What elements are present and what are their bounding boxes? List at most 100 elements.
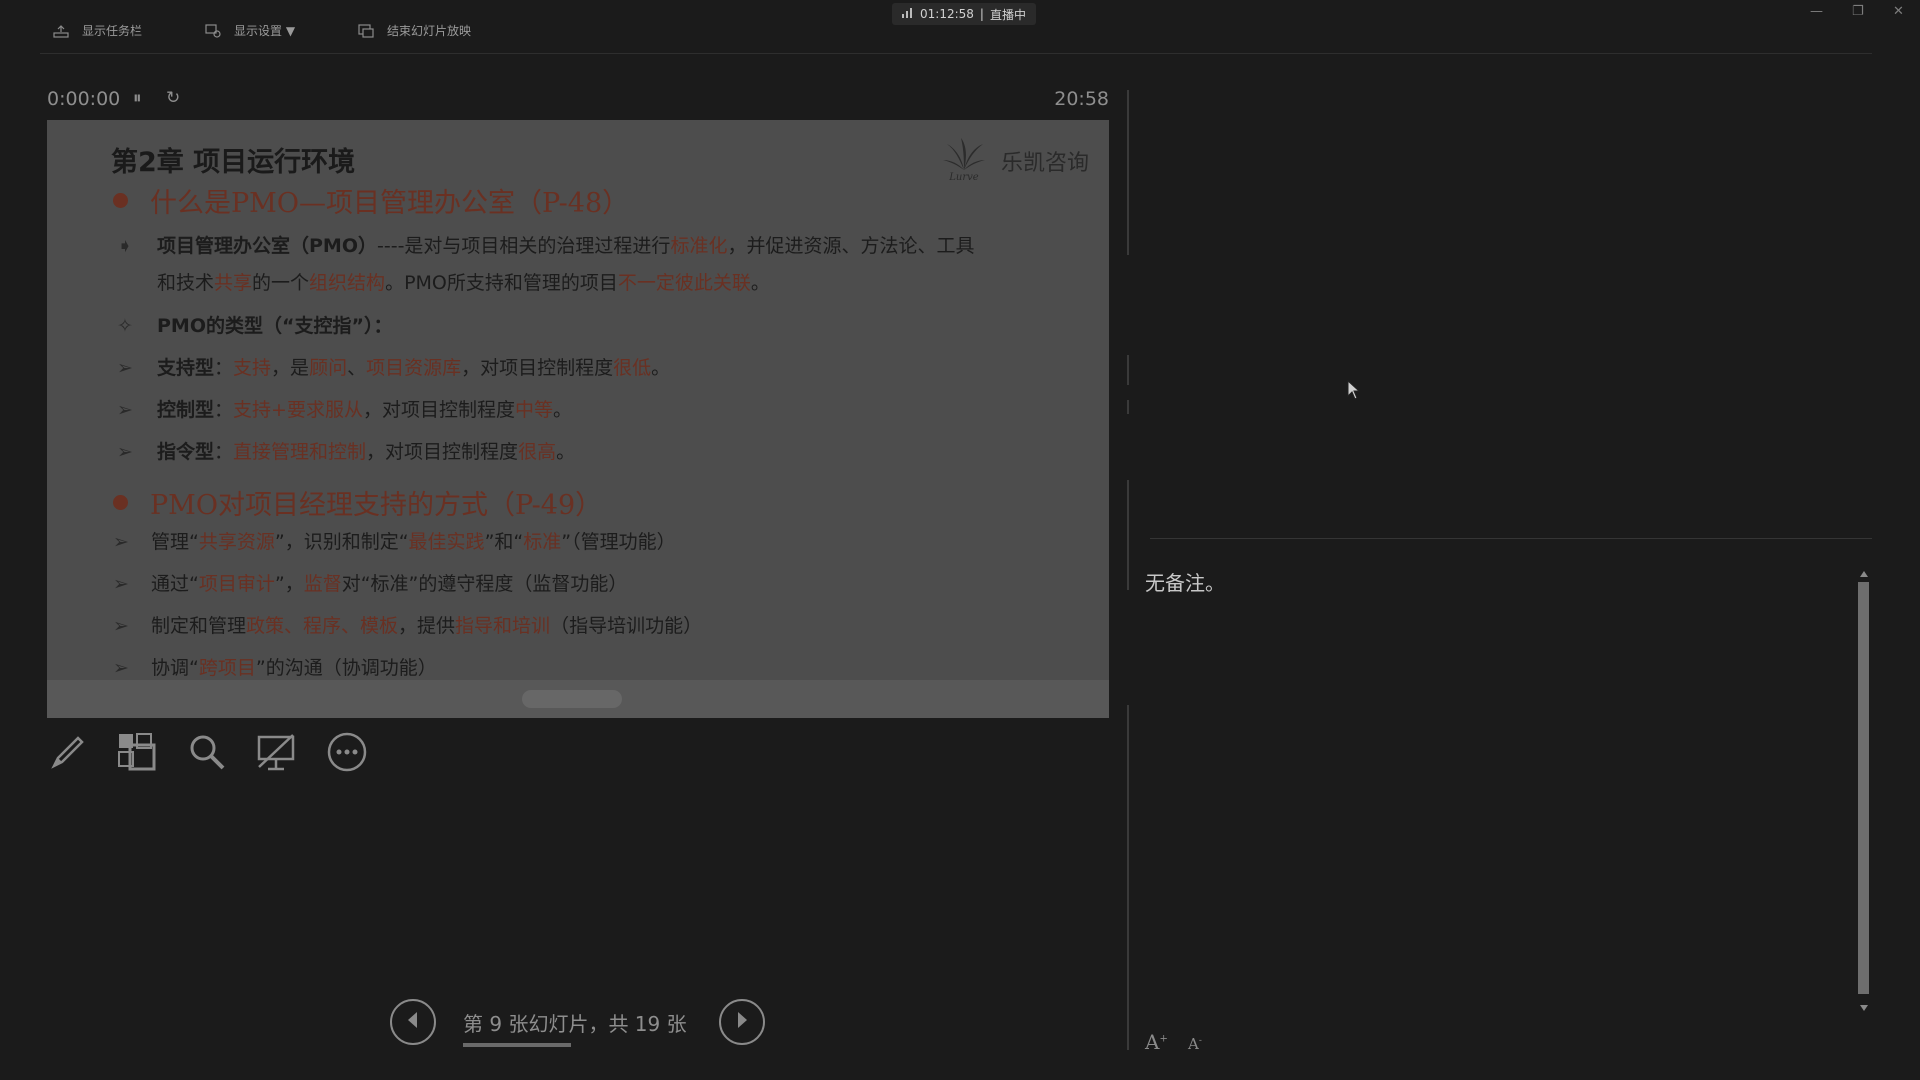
increase-font-icon[interactable]: A+ <box>1145 1030 1168 1054</box>
footer-decoration <box>522 690 622 708</box>
text: 管理“ <box>151 531 199 553</box>
slide-counter-underline <box>463 1043 571 1047</box>
text-highlight: 共享资源 <box>198 531 275 553</box>
pmo-directive-line: ➢ 指令型：直接管理和控制，对项目控制程度很高。 <box>117 440 575 464</box>
text: ，提供 <box>398 615 456 637</box>
chevron-bullet-icon: ➢ <box>117 441 133 463</box>
text-highlight: 政策、程序、模板 <box>246 615 399 637</box>
black-screen-icon[interactable] <box>254 730 298 774</box>
decrease-font-icon[interactable]: A- <box>1188 1035 1202 1053</box>
text: ”的沟通（协调功能） <box>255 657 437 679</box>
text: ”， <box>274 573 304 595</box>
previous-slide-button[interactable] <box>390 999 436 1045</box>
support-manage-line: ➢ 管理“共享资源”，识别和制定“最佳实践”和“标准”（管理功能） <box>113 530 676 554</box>
slide-counter[interactable]: 第 9 张幻灯片，共 19 张 <box>463 1008 687 1037</box>
pen-icon[interactable] <box>46 730 90 774</box>
pane-divider-segment <box>1127 355 1129 385</box>
text: 的一个 <box>252 272 310 294</box>
text: 。 <box>750 272 770 294</box>
pane-divider-segment <box>1127 400 1129 414</box>
text-highlight: 共享 <box>214 272 253 294</box>
toolbar-divider <box>40 53 1872 54</box>
current-clock: 20:58 <box>1054 88 1109 110</box>
decrease-font-label: A <box>1188 1035 1199 1053</box>
show-taskbar-label: 显示任务栏 <box>82 24 143 38</box>
text-highlight: 项目资源库 <box>366 357 462 379</box>
text: 和技术 <box>157 272 215 294</box>
live-separator: | <box>979 7 984 21</box>
display-settings-icon <box>204 23 222 39</box>
close-icon[interactable]: ✕ <box>1893 4 1904 19</box>
current-slide[interactable]: 第2章 项目运行环境 Lurve 乐凯咨询 什么是PMO—项目管理办公室（P-4… <box>47 120 1109 718</box>
text: ----是对与项目相关的治理过程进行 <box>377 235 671 257</box>
display-settings-label: 显示设置 ▼ <box>234 24 296 38</box>
text: 协调“ <box>151 657 199 679</box>
section-heading-pmo-text: 什么是PMO—项目管理办公室（P-48） <box>150 188 630 219</box>
text-highlight: 中等 <box>514 399 553 421</box>
text: ”（管理功能） <box>561 531 676 553</box>
support-policy-line: ➢ 制定和管理政策、程序、模板，提供指导和培训（指导培训功能） <box>113 614 702 638</box>
chevron-bullet-icon: ➢ <box>113 531 129 553</box>
live-status-badge: 01:12:58 | 直播中 <box>892 3 1036 25</box>
restore-icon[interactable]: ❐ <box>1852 4 1864 19</box>
pause-timer-button[interactable]: ⏸ <box>133 88 142 108</box>
text: ，对项目控制程度 <box>362 399 515 421</box>
text: 。PMO所支持和管理的项目 <box>385 272 618 294</box>
scroll-up-icon[interactable] <box>1857 568 1870 580</box>
text-highlight: 监督 <box>303 573 342 595</box>
next-slide-button[interactable] <box>719 999 765 1045</box>
company-logo: Lurve 乐凯咨询 <box>941 138 1089 183</box>
logo-text: 乐凯咨询 <box>1000 150 1089 176</box>
end-slideshow-button[interactable]: 结束幻灯片放映 <box>357 22 471 39</box>
notes-divider[interactable] <box>1150 538 1872 539</box>
text-bold: PMO的类型（“支控指”）： <box>157 315 393 337</box>
section-heading-support-text: PMO对项目经理支持的方式（P-49） <box>150 490 603 521</box>
see-all-slides-icon[interactable] <box>115 730 159 774</box>
diamond-bullet-icon: ✧ <box>117 315 133 337</box>
pane-divider-segment <box>1127 480 1129 590</box>
reset-timer-button[interactable]: ↻ <box>166 88 180 108</box>
live-label: 直播中 <box>989 7 1026 22</box>
pmo-supportive-line: ➢ 支持型：支持，是顾问、项目资源库，对项目控制程度很低。 <box>117 356 670 380</box>
text-highlight: 标准 <box>523 531 562 553</box>
scroll-down-icon[interactable] <box>1857 1002 1870 1014</box>
slide-footer-band <box>47 680 1109 718</box>
text: 制定和管理 <box>151 615 247 637</box>
signal-icon <box>902 7 914 21</box>
text-highlight: 指导和培训 <box>455 615 551 637</box>
zoom-icon[interactable] <box>185 730 229 774</box>
prev-arrow-icon <box>405 1011 421 1033</box>
text-highlight: 项目审计 <box>198 573 275 595</box>
text-highlight: 直接管理和控制 <box>233 441 367 463</box>
show-taskbar-button[interactable]: 显示任务栏 <box>52 22 142 39</box>
text-highlight: 很高 <box>518 441 557 463</box>
text: ： <box>214 441 234 463</box>
pmo-definition-line2: 和技术共享的一个组织结构。PMO所支持和管理的项目不一定彼此关联。 <box>117 271 770 295</box>
scroll-thumb[interactable] <box>1858 582 1869 994</box>
text: 。 <box>556 441 576 463</box>
text-highlight: 标准化 <box>670 235 728 257</box>
slide-title: 第2章 项目运行环境 <box>111 147 356 178</box>
notes-scrollbar[interactable] <box>1857 568 1870 1018</box>
chevron-bullet-icon: ➢ <box>113 615 129 637</box>
elapsed-timer: 0:00:00 <box>47 88 121 110</box>
end-slideshow-icon <box>357 23 375 39</box>
display-settings-button[interactable]: 显示设置 ▼ <box>204 22 295 39</box>
arrow-bullet-icon: ➧ <box>117 235 133 257</box>
text: （指导培训功能） <box>550 615 703 637</box>
next-arrow-icon <box>734 1011 750 1033</box>
text-highlight: 跨项目 <box>198 657 256 679</box>
chevron-bullet-icon: ➢ <box>113 657 129 679</box>
text: ，对项目控制程度 <box>366 441 519 463</box>
text-highlight: 顾问 <box>309 357 348 379</box>
more-options-icon[interactable] <box>325 730 369 774</box>
text: ，并促进资源、方法论、工具 <box>727 235 975 257</box>
text: ”和“ <box>484 531 524 553</box>
speaker-notes[interactable]: 无备注。 <box>1145 567 1225 596</box>
mouse-cursor-icon <box>1347 379 1361 404</box>
section-heading-pmo: 什么是PMO—项目管理办公室（P-48） <box>113 181 629 220</box>
minimize-icon[interactable]: — <box>1810 4 1823 19</box>
pane-divider[interactable] <box>1127 90 1129 255</box>
section-heading-support: PMO对项目经理支持的方式（P-49） <box>113 483 602 522</box>
bullet-dot-icon <box>113 495 128 510</box>
